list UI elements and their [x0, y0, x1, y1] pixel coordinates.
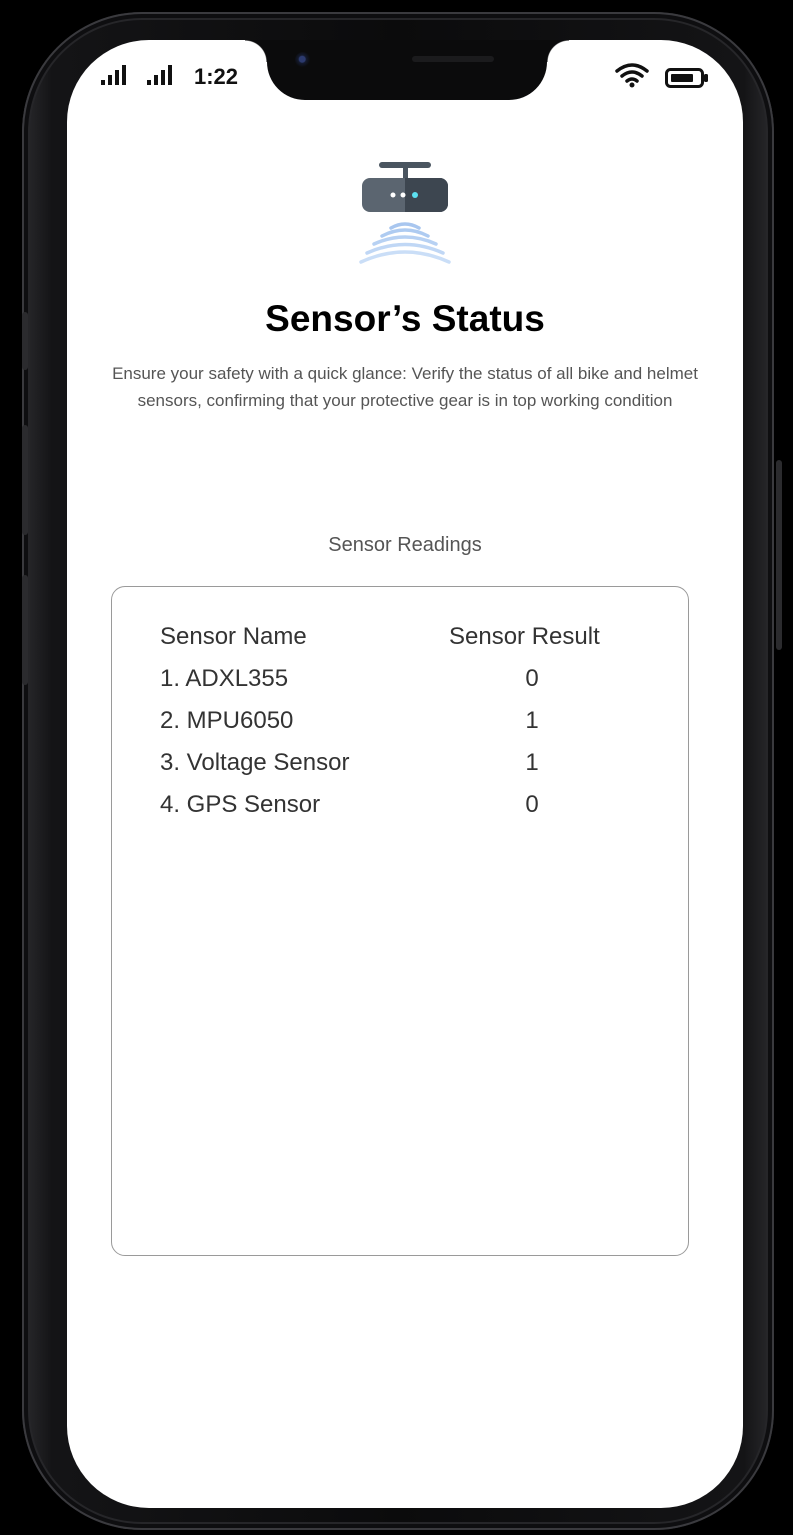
page-description: Ensure your safety with a quick glance: …	[112, 364, 698, 410]
sensor-readings-label: Sensor Readings	[328, 534, 482, 556]
sensor-readings-card: Sensor Name Sensor Result 1. ADXL355 0 2…	[111, 586, 689, 1256]
sensor-name: 4. GPS Sensor	[160, 791, 321, 818]
status-time: 1:22	[194, 64, 239, 89]
volume-up-button	[22, 425, 28, 535]
sensor-result: 0	[525, 665, 539, 692]
sensor-result: 1	[525, 749, 539, 776]
sensor-result: 0	[525, 791, 539, 818]
sensor-name: 1. ADXL355	[160, 665, 289, 692]
volume-down-button	[22, 575, 28, 685]
phone-screen: 1:22 Sensor’s Status Ensure your safety …	[67, 40, 743, 1508]
table-header-row: Sensor Name Sensor Result	[112, 623, 688, 663]
signal-bars-icon	[147, 65, 172, 85]
earpiece-speaker	[412, 56, 494, 62]
power-button	[776, 460, 782, 650]
page-title: Sensor’s Status	[265, 298, 545, 339]
table-row: 1. ADXL355 0	[112, 665, 688, 705]
sensor-name: 2. MPU6050	[160, 707, 294, 734]
notch	[245, 40, 569, 100]
signal-bars-icon	[101, 65, 126, 85]
table-row: 4. GPS Sensor 0	[112, 791, 688, 831]
mute-switch	[22, 312, 28, 370]
sensor-result: 1	[525, 707, 539, 734]
router-sensor-icon	[359, 162, 451, 264]
table-row: 2. MPU6050 1	[112, 707, 688, 747]
sensor-name: 3. Voltage Sensor	[160, 749, 350, 776]
column-header-sensor-result: Sensor Result	[449, 623, 600, 650]
front-camera	[295, 52, 311, 68]
wifi-icon	[615, 63, 649, 88]
column-header-sensor-name: Sensor Name	[160, 623, 307, 650]
battery-icon	[665, 68, 708, 88]
table-row: 3. Voltage Sensor 1	[112, 749, 688, 789]
